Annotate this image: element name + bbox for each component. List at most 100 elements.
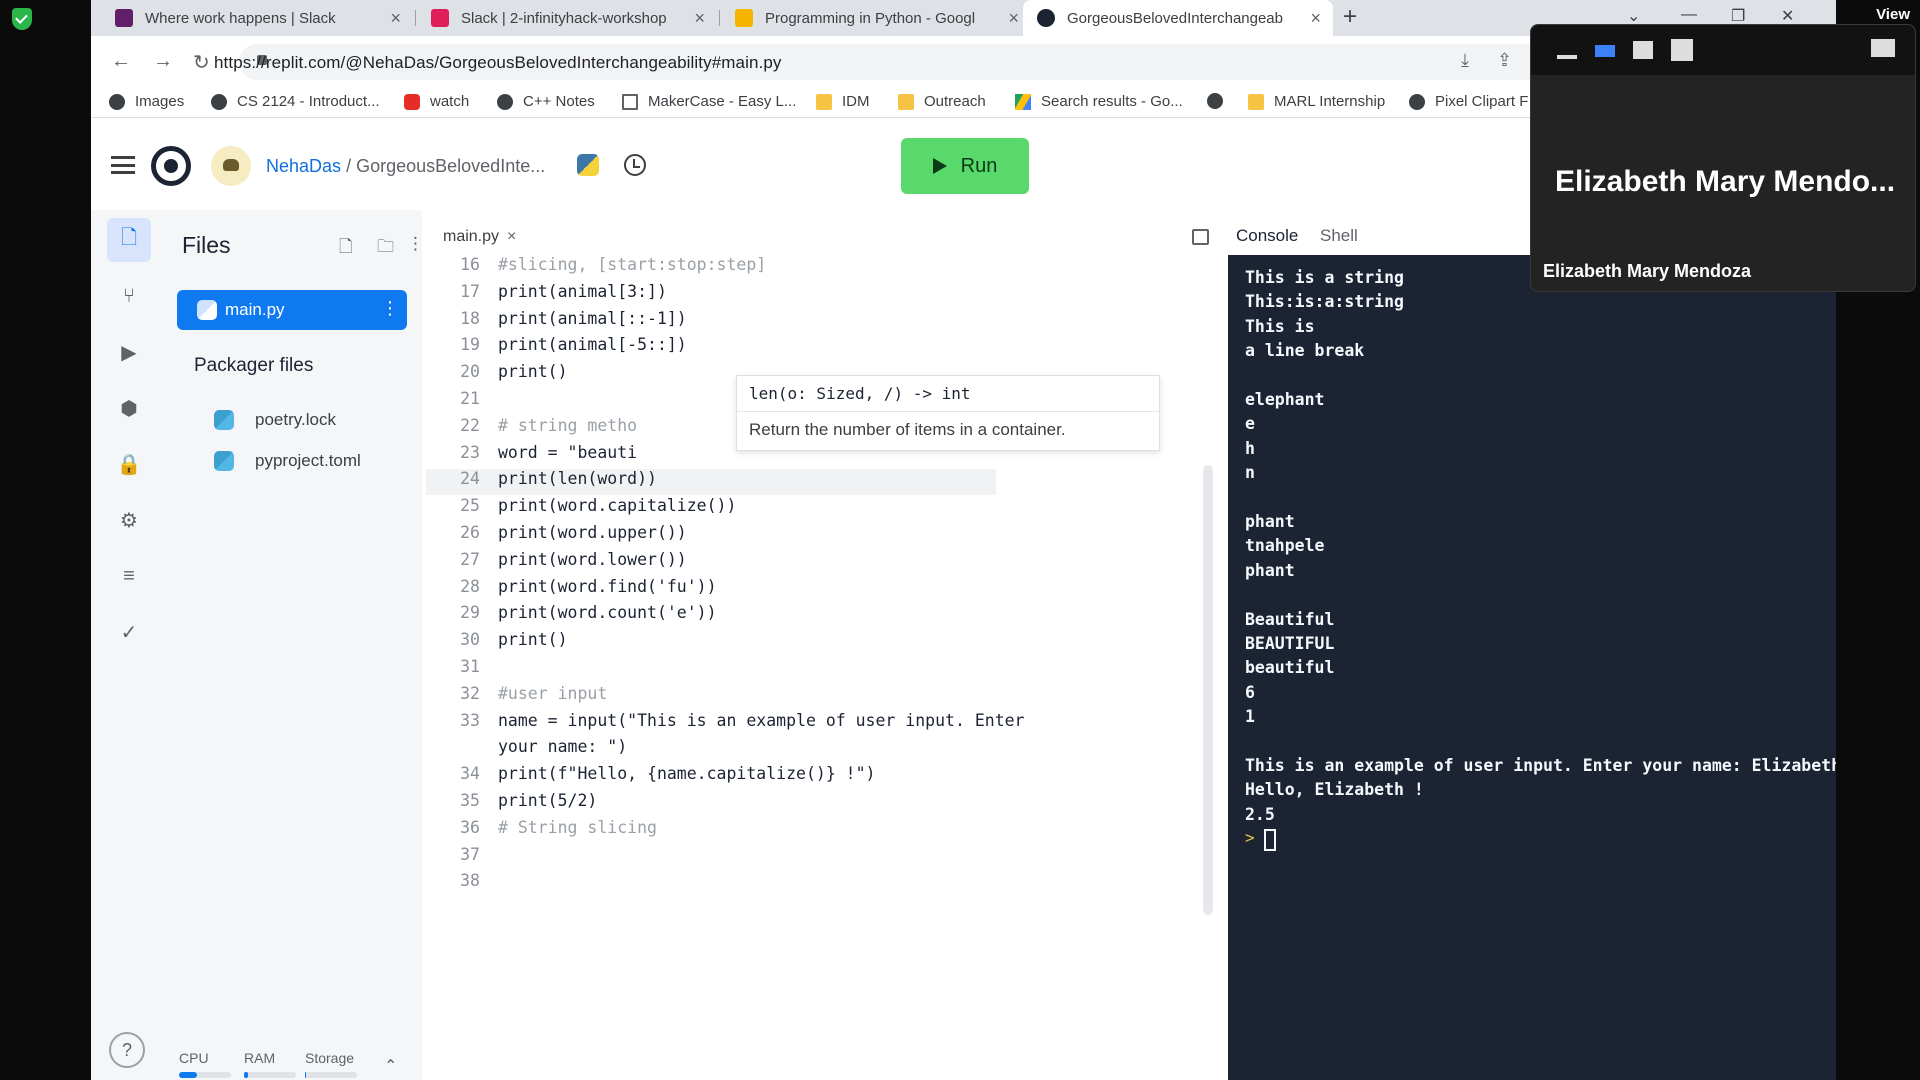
version-control-icon[interactable]: ⑂	[107, 274, 151, 318]
browser-tab-slack-home[interactable]: Where work happens | Slack ×	[101, 0, 413, 36]
replit-logo[interactable]	[151, 146, 191, 186]
debugger-icon[interactable]: ▶	[107, 330, 151, 374]
menu-icon[interactable]	[111, 156, 135, 174]
url-text[interactable]: https://replit.com/@NehaDas/GorgeousBelo…	[214, 53, 782, 73]
code-line[interactable]: your name: ")	[426, 737, 996, 763]
code-line[interactable]: 38	[426, 871, 996, 897]
code-line[interactable]: 24 print(len(word))	[426, 469, 996, 496]
tab-search-icon[interactable]: ⌄	[1627, 6, 1640, 26]
code-line[interactable]: 17 print(animal[3:])	[426, 282, 996, 308]
secrets-lock-icon[interactable]: 🔒	[107, 442, 151, 486]
close-icon[interactable]: ×	[1008, 8, 1019, 29]
packages-icon[interactable]: ⬢	[107, 386, 151, 430]
code-line[interactable]: 18 print(animal[::-1])	[426, 309, 996, 335]
breadcrumb-user[interactable]: NehaDas	[266, 156, 341, 176]
bookmark-marl[interactable]: MARL Internship	[1248, 93, 1385, 110]
close-icon[interactable]: ×	[390, 8, 401, 29]
bookmark-images[interactable]: Images	[109, 93, 184, 110]
close-window-icon[interactable]: ✕	[1781, 6, 1794, 26]
expand-icon[interactable]	[1871, 39, 1895, 57]
file-item-pyproject[interactable]: pyproject.toml	[214, 451, 361, 471]
code-line[interactable]: 25 print(word.capitalize())	[426, 496, 996, 522]
back-icon[interactable]: ←	[111, 50, 131, 73]
bookmark-globe[interactable]	[1207, 93, 1233, 109]
line-number: 25	[460, 496, 480, 516]
new-file-icon[interactable]: 🗋	[339, 234, 353, 263]
bookmark-outreach[interactable]: Outreach	[898, 93, 986, 110]
tab-shell[interactable]: Shell	[1320, 226, 1358, 246]
browser-tab-slack-workshop[interactable]: Slack | 2-infinityhack-workshop ×	[417, 0, 717, 36]
checkmark-icon[interactable]: ✓	[107, 610, 151, 654]
tab-main-py[interactable]: main.py ×	[443, 228, 516, 246]
code-line[interactable]: 37	[426, 845, 996, 871]
code-line[interactable]: 19 print(animal[-5::])	[426, 335, 996, 361]
bookmark-pixel-clipart[interactable]: Pixel Clipart F	[1409, 93, 1528, 110]
code-line[interactable]: 29 print(word.count('e'))	[426, 603, 996, 629]
share-icon[interactable]: ⇪	[1497, 50, 1512, 71]
close-icon[interactable]: ×	[694, 8, 705, 29]
code-line[interactable]: 26 print(word.upper())	[426, 523, 996, 549]
editor-scrollbar[interactable]	[1203, 465, 1213, 915]
code-line[interactable]: 35 print(5/2)	[426, 791, 996, 817]
restore-icon[interactable]: ❐	[1731, 6, 1745, 26]
bookmark-cpp-notes[interactable]: C++ Notes	[497, 93, 595, 110]
minimize-icon[interactable]: —	[1681, 6, 1697, 24]
database-icon[interactable]: ≡	[107, 554, 151, 598]
file-item-poetry-lock[interactable]: poetry.lock	[214, 410, 336, 430]
console-output[interactable]: This is a string This:is:a:string This is a…	[1228, 255, 1918, 1080]
help-icon[interactable]: ?	[109, 1032, 145, 1068]
install-icon[interactable]: ⤓	[1461, 50, 1469, 71]
close-icon[interactable]: ×	[507, 228, 516, 245]
bookmark-search-results[interactable]: Search results - Go...	[1015, 93, 1183, 110]
code-line[interactable]: 28 print(word.find('fu'))	[426, 577, 996, 603]
participant-name-label: Elizabeth Mary Mendoza	[1543, 261, 1752, 281]
line-text: # string metho	[498, 415, 638, 435]
history-icon[interactable]	[624, 154, 646, 176]
layout-toggle-icon[interactable]	[1192, 229, 1209, 245]
line-text: # String slicing	[498, 817, 657, 837]
bookmark-makercase[interactable]: MakerCase - Easy L...	[622, 93, 796, 110]
forward-icon[interactable]: →	[153, 50, 173, 73]
minimize-video-icon[interactable]	[1557, 55, 1577, 59]
avatar[interactable]	[211, 146, 251, 186]
files-title: Files	[182, 232, 231, 258]
browser-tab-replit[interactable]: GorgeousBelovedInterchangeab ×	[1023, 0, 1333, 36]
code-line[interactable]: 34 print(f"Hello, {name.capitalize()} !")	[426, 764, 996, 790]
participant-name-large: Elizabeth Mary Mendo...	[1555, 165, 1896, 198]
tab-console[interactable]: Console	[1236, 226, 1298, 246]
shield-icon[interactable]	[12, 8, 32, 30]
python-icon[interactable]	[577, 154, 599, 176]
bookmark-watch[interactable]: watch	[404, 93, 469, 110]
console-line: e	[1245, 414, 1255, 434]
bookmark-cs2124[interactable]: CS 2124 - Introduct...	[211, 93, 380, 110]
run-button[interactable]: Run	[901, 138, 1029, 194]
reload-icon[interactable]: ↻	[193, 50, 210, 75]
files-icon[interactable]: 🗋	[107, 218, 151, 262]
settings-gear-icon[interactable]: ⚙	[107, 498, 151, 542]
breadcrumb-repl[interactable]: GorgeousBelovedInte...	[356, 156, 545, 176]
new-tab-button[interactable]: +	[1343, 3, 1357, 31]
speaker-view-icon[interactable]	[1595, 45, 1615, 57]
grid-view-icon[interactable]	[1671, 39, 1693, 61]
console-line: BEAUTIFUL	[1245, 634, 1335, 653]
chevron-up-icon[interactable]: ⌃	[384, 1056, 397, 1076]
bookmark-idm[interactable]: IDM	[816, 93, 870, 110]
more-options-icon[interactable]: ⋮	[407, 234, 424, 254]
code-line[interactable]: 27 print(word.lower())	[426, 550, 996, 576]
code-line[interactable]: 30 print()	[426, 630, 996, 656]
line-number: 22	[460, 415, 480, 435]
code-line[interactable]: 16 #slicing, [start:stop:step]	[426, 255, 996, 281]
line-number: 32	[460, 683, 480, 703]
view-button[interactable]: View	[1876, 6, 1910, 23]
code-line[interactable]: 32 #user input	[426, 684, 996, 710]
close-icon[interactable]: ×	[1310, 8, 1321, 29]
file-options-icon[interactable]: ⋮	[381, 298, 399, 319]
browser-tab-python-doc[interactable]: Programming in Python - Googl ×	[721, 0, 1031, 36]
code-line[interactable]: 31	[426, 657, 996, 683]
gallery-strip-icon[interactable]	[1633, 41, 1653, 59]
file-item-main-py[interactable]: main.py ⋮	[177, 290, 407, 330]
line-number: 20	[460, 362, 480, 382]
code-line[interactable]: 33 name = input("This is an example of us…	[426, 711, 1024, 737]
code-line[interactable]: 36 # String slicing	[426, 818, 996, 844]
new-folder-icon[interactable]: 🗀	[377, 234, 394, 263]
